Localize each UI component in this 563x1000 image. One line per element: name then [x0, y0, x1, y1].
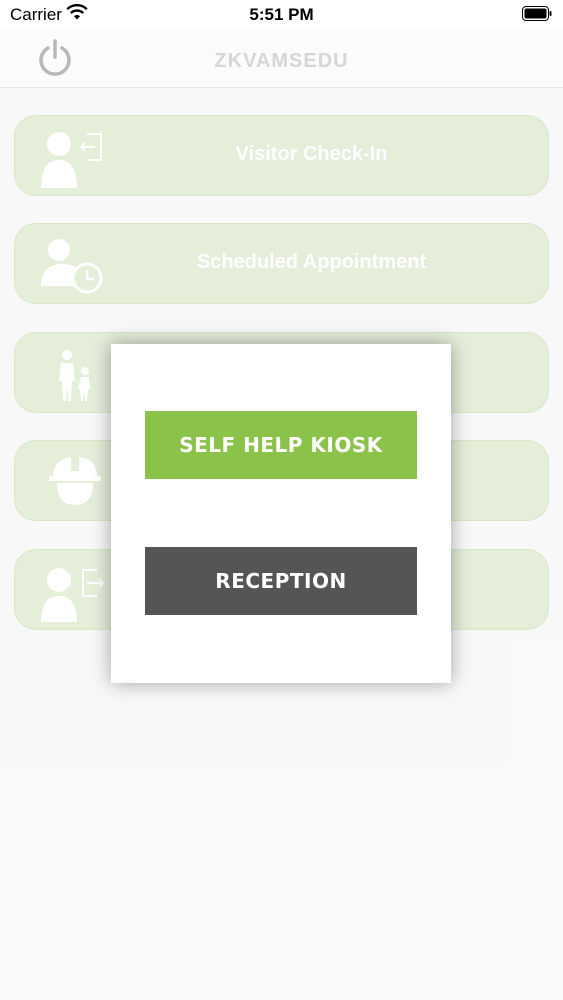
nav-bar: ZKVAMSEDU [0, 30, 563, 88]
brand-logo: ZKVAMSEDU [214, 50, 349, 72]
reception-button[interactable]: RECEPTION [145, 547, 417, 615]
battery-icon [522, 6, 552, 21]
self-help-kiosk-button[interactable]: SELF HELP KIOSK [145, 411, 417, 479]
status-bar: Carrier 5:51 PM [0, 0, 563, 30]
clock: 5:51 PM [249, 5, 314, 24]
mode-select-dialog: SELF HELP KIOSK RECEPTION [111, 344, 451, 683]
